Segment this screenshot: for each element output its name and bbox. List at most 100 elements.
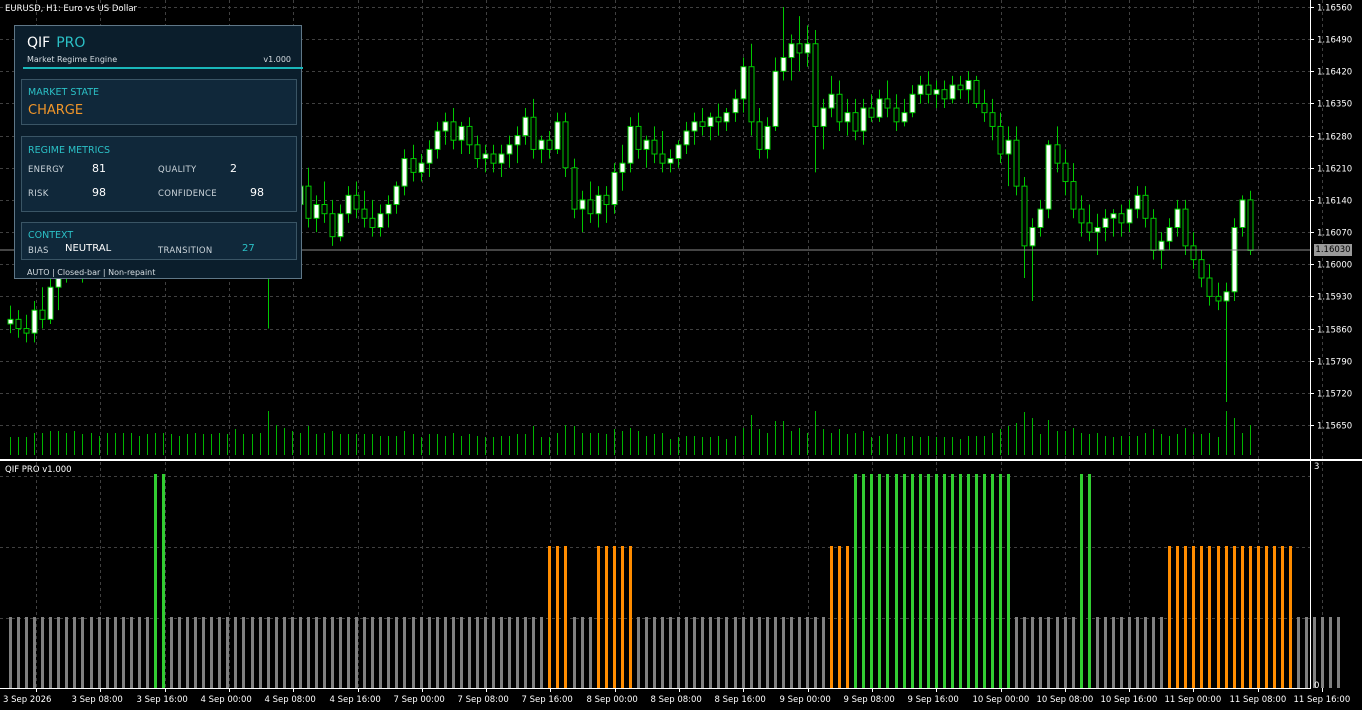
candle[interactable] [514,135,521,146]
candle[interactable] [723,112,730,123]
candle[interactable] [1037,208,1044,228]
candle[interactable] [876,98,883,118]
candle[interactable] [715,116,722,123]
candle[interactable] [538,139,545,150]
candle[interactable] [1190,245,1197,261]
candle[interactable] [683,130,690,146]
candle[interactable] [587,199,594,215]
candle[interactable] [627,125,634,164]
candle[interactable] [1198,259,1205,279]
candle[interactable] [659,153,666,164]
candle[interactable] [973,79,980,104]
candle[interactable] [1005,139,1012,155]
candle[interactable] [691,121,698,132]
candle[interactable] [860,107,867,132]
candle[interactable] [562,121,569,169]
candle[interactable] [345,194,352,215]
candle[interactable] [635,125,642,150]
candle[interactable] [39,309,46,320]
candle[interactable] [909,93,916,114]
candle[interactable] [1150,217,1157,251]
candle[interactable] [1174,208,1181,228]
candle[interactable] [466,125,473,146]
candle[interactable] [393,185,400,206]
candle[interactable] [369,217,376,228]
candle[interactable] [1086,222,1093,233]
candle[interactable] [31,309,38,334]
candle[interactable] [1182,208,1189,247]
candle[interactable] [329,213,336,238]
candle[interactable] [1215,295,1222,302]
candle[interactable] [740,66,747,100]
candle[interactable] [401,158,408,187]
candle[interactable] [828,93,835,109]
candle[interactable] [756,121,763,150]
candle[interactable] [450,121,457,141]
candle[interactable] [836,93,843,123]
candle[interactable] [844,112,851,123]
candle[interactable] [595,194,602,215]
candle[interactable] [619,162,626,173]
candle[interactable] [554,121,561,150]
candle[interactable] [579,199,586,210]
candle[interactable] [1231,226,1238,293]
candle[interactable] [651,139,658,155]
candle[interactable] [1094,226,1101,233]
candle[interactable] [1118,213,1125,224]
candle[interactable] [949,84,956,100]
candle[interactable] [780,57,787,72]
candle[interactable] [1134,194,1141,210]
candle[interactable] [957,84,964,91]
candle[interactable] [997,125,1004,155]
candle[interactable] [788,43,795,59]
candle[interactable] [47,286,54,320]
candle[interactable] [442,121,449,132]
candle[interactable] [925,84,932,95]
candle[interactable] [305,185,312,219]
candle[interactable] [1013,139,1020,187]
candle[interactable] [868,107,875,118]
candle[interactable] [313,204,320,219]
candle[interactable] [1054,144,1061,164]
candle[interactable] [917,84,924,95]
candle[interactable] [458,125,465,141]
candle[interactable] [15,318,22,330]
candle[interactable] [353,194,360,210]
candle[interactable] [1206,277,1213,297]
candle[interactable] [1158,240,1165,251]
candle[interactable] [1142,194,1149,219]
candle[interactable] [1021,185,1028,247]
candle[interactable] [418,162,425,173]
candle[interactable] [884,98,891,109]
candle[interactable] [522,116,529,137]
candle[interactable] [571,167,578,210]
candle[interactable] [1070,181,1077,210]
candle[interactable] [804,43,811,54]
candle[interactable] [7,318,14,325]
candle[interactable] [434,130,441,150]
candle[interactable] [546,139,553,150]
candle[interactable] [1247,199,1254,251]
candle[interactable] [1166,226,1173,242]
candle[interactable] [1045,144,1052,210]
candle[interactable] [410,158,417,173]
candle[interactable] [707,116,714,127]
candle[interactable] [1102,217,1109,228]
candle[interactable] [603,194,610,206]
candle[interactable] [989,112,996,127]
candle[interactable] [699,121,706,127]
candle[interactable] [820,107,827,127]
candle[interactable] [321,204,328,215]
candle[interactable] [812,43,819,127]
candle[interactable] [23,328,30,334]
candle[interactable] [426,148,433,164]
candle[interactable] [611,171,618,206]
candle[interactable] [498,153,505,164]
candle[interactable] [377,213,384,228]
candle[interactable] [643,139,650,150]
candle[interactable] [506,144,513,155]
candle[interactable] [490,153,497,164]
candle[interactable] [385,204,392,215]
candle[interactable] [732,98,739,114]
candle[interactable] [764,125,771,150]
